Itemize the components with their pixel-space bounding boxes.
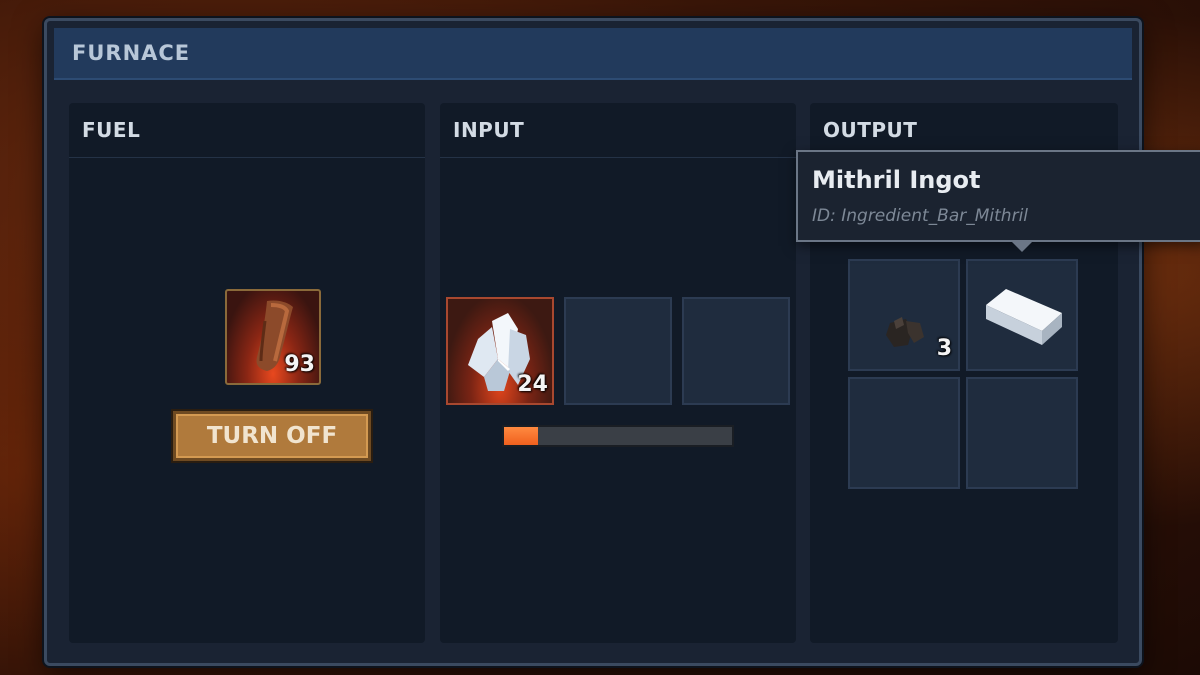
output-header-label: OUTPUT <box>823 118 918 142</box>
output-slot[interactable] <box>966 259 1078 371</box>
fuel-header-label: FUEL <box>82 118 141 142</box>
tooltip-pointer <box>1010 240 1034 252</box>
tooltip-item-name: Mithril Ingot <box>812 166 981 194</box>
smelt-progress-fill <box>504 427 539 445</box>
window-title-bar: FURNACE <box>54 28 1132 80</box>
item-tooltip: Mithril Ingot ID: Ingredient_Bar_Mithril <box>796 150 1200 252</box>
turn-off-button[interactable]: TURN OFF <box>173 411 371 461</box>
fuel-count: 93 <box>284 352 315 377</box>
output-count: 3 <box>936 336 952 361</box>
fuel-slot[interactable]: 93 <box>225 289 321 385</box>
input-panel: INPUT 24 <box>440 103 796 643</box>
mithril-ingot-icon <box>986 289 1062 345</box>
input-count: 24 <box>517 372 548 397</box>
output-slot[interactable] <box>966 377 1078 489</box>
input-slot[interactable] <box>564 297 672 405</box>
input-header: INPUT <box>440 103 796 158</box>
output-slot[interactable]: 3 <box>848 259 960 371</box>
fuel-header: FUEL <box>69 103 425 158</box>
tooltip-item-id: ID: Ingredient_Bar_Mithril <box>812 206 1029 226</box>
fuel-panel: FUEL 93 TURN OFF <box>69 103 425 643</box>
smelt-progress-bar <box>502 425 734 447</box>
input-slot[interactable] <box>682 297 790 405</box>
input-header-label: INPUT <box>453 118 525 142</box>
output-slot[interactable] <box>848 377 960 489</box>
input-slot[interactable]: 24 <box>446 297 554 405</box>
window-title: FURNACE <box>72 41 191 65</box>
furnace-window: FURNACE FUEL 93 TURN OFF INPUT 24 OUTPUT… <box>44 18 1142 666</box>
